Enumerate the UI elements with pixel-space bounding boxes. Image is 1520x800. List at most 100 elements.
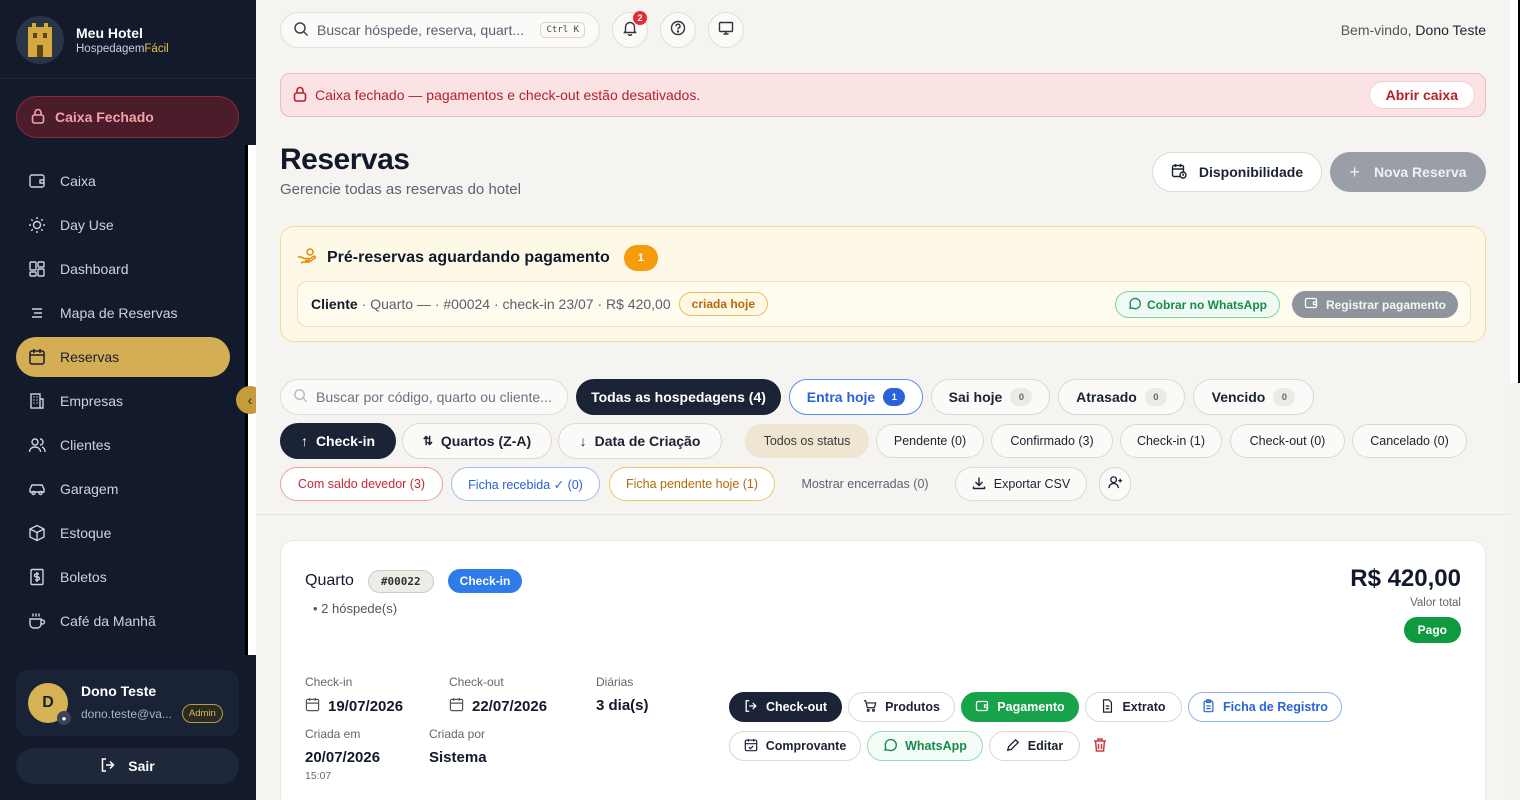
logout-icon [100,757,116,776]
export-csv-button[interactable]: Exportar CSV [955,467,1087,501]
calendar-clock-icon [1171,163,1187,182]
global-search-input[interactable]: Buscar hóspede, reserva, quart... Ctrl K [280,12,600,48]
keyboard-shortcut: Ctrl K [540,22,585,38]
lock-icon [31,108,45,127]
sidebar: Meu Hotel HospedagemFácil Caixa Fechado … [0,0,264,800]
main-content: Buscar hóspede, reserva, quart... Ctrl K… [256,0,1520,800]
display-button[interactable] [708,12,744,48]
total-price-label: Valor total [1410,597,1461,609]
wallet-icon [1304,296,1318,313]
wallet-icon [28,172,46,190]
status-checkin[interactable]: Check-in (1) [1120,424,1222,458]
sidebar-item-empresas[interactable]: Empresas [16,381,230,421]
clipboard-icon [1202,698,1215,716]
filter-late[interactable]: Atrasado 0 [1058,379,1185,415]
filter-form-pending[interactable]: Ficha pendente hoje (1) [609,467,775,501]
checkout-button[interactable]: Check-out [729,692,842,722]
open-caixa-button[interactable]: Abrir caixa [1368,81,1475,109]
reservation-search-input[interactable]: Buscar por código, quarto ou cliente... [280,379,568,415]
created-by-field: Criada por Sistema [429,727,487,766]
sidebar-item-reservas[interactable]: Reservas [16,337,230,377]
brand-tagline: HospedagemFácil [76,43,169,55]
receipt-icon [28,568,46,586]
sidebar-item-boletos[interactable]: Boletos [16,557,230,597]
statement-button[interactable]: Extrato [1085,692,1182,722]
availability-button[interactable]: Disponibilidade [1152,152,1322,192]
notifications-button[interactable]: 2 [612,11,648,48]
register-payment-button[interactable]: Registrar pagamento [1291,291,1458,318]
created-at-field: Criada em 20/07/2026 15:07 [305,727,381,782]
page-scrollbar-thumb[interactable] [1510,0,1520,383]
status-cancelled[interactable]: Cancelado (0) [1352,424,1467,458]
filter-all-stays[interactable]: Todas as hospedagens (4) [576,379,781,415]
sort-created-date[interactable]: ↓ Data de Criação [558,423,722,459]
sun-icon [28,216,46,234]
sidebar-item-dashboard[interactable]: Dashboard [16,249,230,289]
sort-checkin[interactable]: ↑ Check-in [280,423,396,459]
arrow-down-icon: ↓ [579,433,587,449]
user-name: Dono Teste [81,683,157,699]
products-button[interactable]: Produtos [848,692,955,722]
sidebar-item-day-use[interactable]: Day Use [16,205,230,245]
cart-icon [863,699,877,716]
filter-form-received[interactable]: Ficha recebida ✓ (0) [451,467,600,501]
sidebar-item-mapa-de-reservas[interactable]: Mapa de Reservas [16,293,230,333]
reservation-card[interactable]: Quarto #00022 Check-in • 2 hóspede(s) R$… [280,540,1486,800]
receipt-button[interactable]: Comprovante [729,731,861,761]
calendar-icon [305,697,320,716]
pencil-icon [1006,738,1020,755]
whatsapp-charge-button[interactable]: Cobrar no WhatsApp [1115,291,1280,318]
alert-text: Caixa fechado — pagamentos e check-out e… [315,87,701,103]
coffee-icon [28,612,46,630]
checkout-field: Check-out 22/07/2026 [449,675,548,715]
user-card[interactable]: D ● Dono Teste dono.teste@va... Admin [16,670,239,736]
registration-form-button[interactable]: Ficha de Registro [1188,692,1342,722]
camera-icon: ● [57,711,71,725]
sidebar-item-clientes[interactable]: Clientes [16,425,230,465]
reservation-code: #00022 [367,569,434,593]
page-scrollbar[interactable] [1510,0,1520,800]
new-reservation-button[interactable]: + Nova Reserva [1330,152,1486,192]
status-checkout[interactable]: Check-out (0) [1230,424,1345,458]
total-price: R$ 420,00 [1350,565,1461,592]
box-icon [28,524,46,542]
brand[interactable]: Meu Hotel HospedagemFácil [16,16,169,64]
whatsapp-button[interactable]: WhatsApp [867,731,983,761]
whatsapp-icon [883,738,898,755]
logout-icon [744,699,758,716]
sidebar-item-estoque[interactable]: Estoque [16,513,230,553]
plus-icon: + [1349,161,1360,182]
checkin-field: Check-in 19/07/2026 [305,675,404,716]
notification-count: 2 [633,11,647,25]
search-icon [293,21,309,40]
sidebar-item-caixa[interactable]: Caixa [16,161,230,201]
avatar: D ● [28,683,71,725]
toggle-show-closed[interactable]: Mostrar encerradas (0) [783,467,947,501]
arrow-up-icon: ↑ [300,433,308,449]
edit-button[interactable]: Editar [989,731,1080,761]
sort-rooms[interactable]: ⇅ Quartos (Z-A) [402,423,552,459]
help-button[interactable] [660,12,696,48]
delete-icon[interactable] [1092,737,1108,758]
dashboard-icon [28,260,46,278]
chevron-left-icon: ‹ [247,392,253,408]
caixa-status-button[interactable]: Caixa Fechado [16,96,239,138]
status-all[interactable]: Todos os status [745,424,869,458]
building-icon [28,392,46,410]
nights-field: Diárias 3 dia(s) [596,675,649,714]
status-confirmed[interactable]: Confirmado (3) [991,424,1113,458]
add-guest-button[interactable] [1099,467,1131,501]
list-icon [28,304,46,322]
logout-button[interactable]: Sair [16,748,239,784]
sidebar-item-cafe-da-manha[interactable]: Café da Manhã [16,601,230,641]
status-pending[interactable]: Pendente (0) [876,424,984,458]
sidebar-item-garagem[interactable]: Garagem [16,469,230,509]
filter-arriving-today[interactable]: Entra hoje 1 [789,379,923,415]
client-name: Cliente [311,296,358,312]
filter-debtor[interactable]: Com saldo devedor (3) [280,467,443,501]
car-icon [28,480,46,498]
payment-button[interactable]: Pagamento [961,692,1079,722]
filter-leaving-today[interactable]: Sai hoje 0 [931,379,1050,415]
calendar-check-icon [744,738,758,755]
filter-expired[interactable]: Vencido 0 [1193,379,1314,415]
